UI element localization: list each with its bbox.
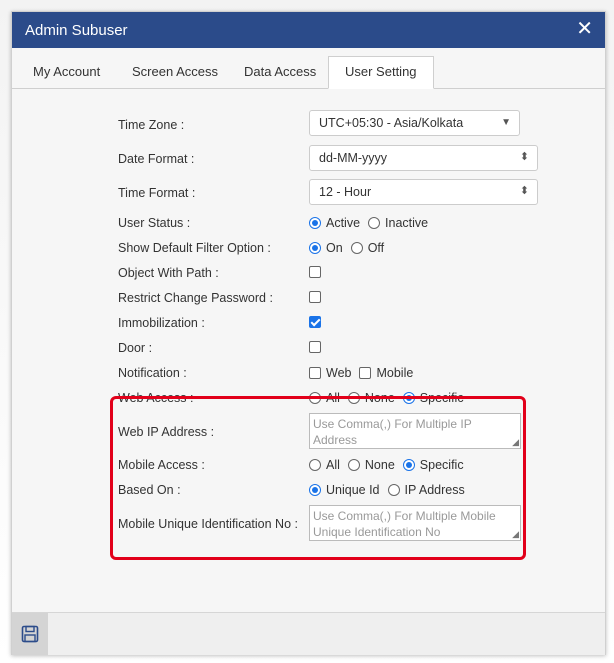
object-with-path-control xyxy=(309,266,326,278)
close-icon[interactable]: ✕ xyxy=(576,19,593,39)
admin-subuser-dialog: Admin Subuser ✕ My Account Screen Access… xyxy=(11,11,606,655)
time-zone-select[interactable]: UTC+05:30 - Asia/Kolkata ▼ xyxy=(309,110,520,136)
date-format-label: Date Format : xyxy=(118,152,195,166)
door-checkbox[interactable] xyxy=(309,341,321,353)
time-zone-value: UTC+05:30 - Asia/Kolkata xyxy=(319,116,464,130)
user-status-active-radio[interactable] xyxy=(309,217,321,229)
immobilization-checkbox[interactable] xyxy=(309,316,321,328)
option-label: On xyxy=(326,241,343,255)
access-settings-highlight xyxy=(110,396,526,560)
dialog-titlebar: Admin Subuser ✕ xyxy=(12,12,605,48)
notification-web-checkbox[interactable] xyxy=(309,367,321,379)
user-status-inactive-radio[interactable] xyxy=(368,217,381,229)
save-button[interactable] xyxy=(12,613,48,655)
user-status-radio-group: Active Inactive xyxy=(309,216,436,230)
save-icon xyxy=(21,625,39,643)
show-default-filter-radio-group: On Off xyxy=(309,241,392,255)
immobilization-control xyxy=(309,316,326,328)
updown-arrow-icon: ⬍ xyxy=(519,151,529,163)
door-control xyxy=(309,341,326,353)
filter-on-radio[interactable] xyxy=(309,242,321,254)
object-with-path-checkbox[interactable] xyxy=(309,266,321,278)
updown-arrow-icon: ⬍ xyxy=(519,185,529,197)
show-default-filter-label: Show Default Filter Option : xyxy=(118,241,271,255)
tab-user-setting[interactable]: User Setting xyxy=(328,56,434,89)
option-label: Inactive xyxy=(385,216,429,230)
option-label: Mobile xyxy=(376,366,414,380)
user-setting-panel: Time Zone : UTC+05:30 - Asia/Kolkata ▼ D… xyxy=(12,89,605,611)
immobilization-label: Immobilization : xyxy=(118,316,205,330)
user-status-label: User Status : xyxy=(118,216,191,230)
tab-data-access[interactable]: Data Access xyxy=(234,57,326,87)
time-zone-label: Time Zone : xyxy=(118,118,185,132)
tab-my-account[interactable]: My Account xyxy=(23,57,110,87)
restrict-change-password-checkbox[interactable] xyxy=(309,291,321,303)
time-format-label: Time Format : xyxy=(118,186,196,200)
restrict-change-password-label: Restrict Change Password : xyxy=(118,291,273,305)
dialog-footer xyxy=(12,612,605,655)
time-format-value: 12 - Hour xyxy=(319,185,372,199)
tab-screen-access[interactable]: Screen Access xyxy=(122,57,228,87)
tab-bar: My Account Screen Access Data Access Use… xyxy=(12,48,605,89)
notification-label: Notification : xyxy=(118,366,187,380)
door-label: Door : xyxy=(118,341,153,355)
filter-off-radio[interactable] xyxy=(350,242,363,254)
option-label: Off xyxy=(367,241,385,255)
dialog-title: Admin Subuser xyxy=(25,22,128,39)
date-format-select[interactable]: dd-MM-yyyy ⬍ xyxy=(309,145,538,171)
option-label: Web xyxy=(326,366,352,380)
dropdown-arrow-icon: ▼ xyxy=(501,117,511,128)
time-format-select[interactable]: 12 - Hour ⬍ xyxy=(309,179,538,205)
notification-mobile-checkbox[interactable] xyxy=(359,367,372,379)
notification-checkbox-group: Web Mobile xyxy=(309,366,421,380)
restrict-change-password-control xyxy=(309,291,326,303)
object-with-path-label: Object With Path : xyxy=(118,266,219,280)
date-format-value: dd-MM-yyyy xyxy=(319,151,388,165)
option-label: Active xyxy=(326,216,361,230)
